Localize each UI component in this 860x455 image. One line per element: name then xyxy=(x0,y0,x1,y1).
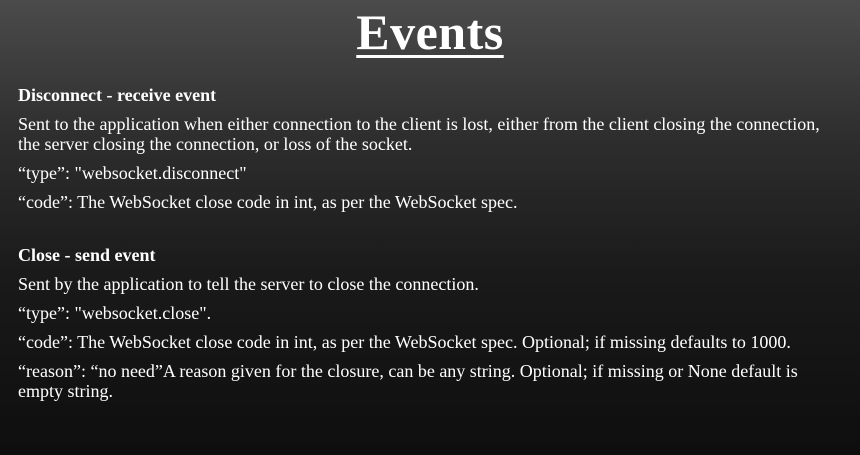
description-text: Sent to the application when either conn… xyxy=(18,114,820,154)
section-heading: Close - send event xyxy=(18,245,156,265)
slide-title: Events xyxy=(356,4,504,60)
type-field-text: “type”: "websocket.close". xyxy=(18,303,212,323)
description-text: Sent by the application to tell the serv… xyxy=(18,274,479,294)
section-disconnect: Disconnect - receive event Sent to the a… xyxy=(18,84,842,212)
section-close: Close - send event Sent by the applicati… xyxy=(18,244,842,401)
code-field-text: “code”: The WebSocket close code in int,… xyxy=(18,192,518,212)
section-heading: Disconnect - receive event xyxy=(18,85,217,105)
slide: Events Disconnect - receive event Sent t… xyxy=(0,0,860,455)
reason-field-text: “reason”: “no need”A reason given for th… xyxy=(18,361,798,401)
code-field-text: “code”: The WebSocket close code in int,… xyxy=(18,332,791,352)
type-field-text: “type”: "websocket.disconnect" xyxy=(18,163,247,183)
